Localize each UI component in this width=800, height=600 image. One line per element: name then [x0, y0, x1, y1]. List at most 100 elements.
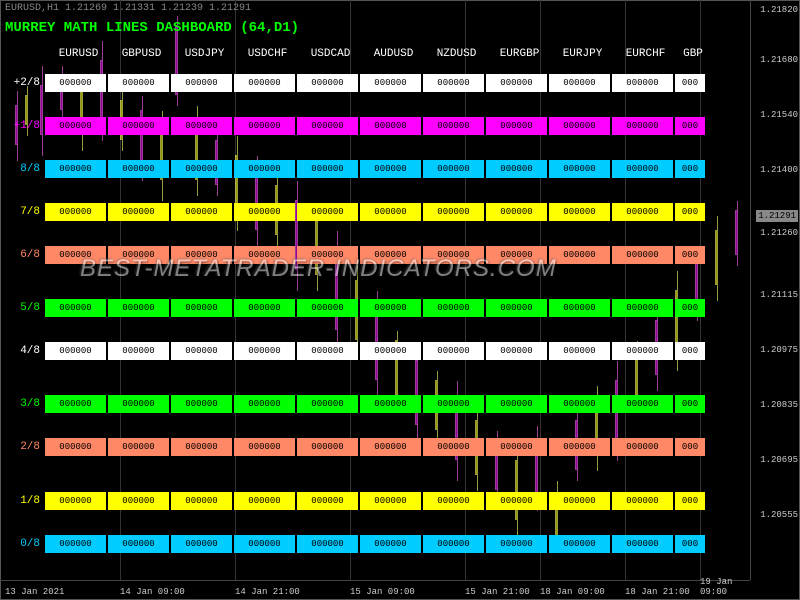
mm-cell[interactable]: 000000 [486, 438, 547, 456]
mm-cell[interactable]: 000000 [486, 74, 547, 92]
mm-cell[interactable]: 000000 [486, 299, 547, 317]
mm-cell[interactable]: 000000 [549, 117, 610, 135]
mm-cell[interactable]: 000 [675, 492, 705, 510]
mm-cell[interactable]: 000000 [612, 492, 673, 510]
mm-cell[interactable]: 000000 [171, 74, 232, 92]
mm-cell[interactable]: 000000 [549, 299, 610, 317]
mm-cell[interactable]: 000000 [612, 160, 673, 178]
mm-cell[interactable]: 000000 [108, 438, 169, 456]
mm-cell[interactable]: 000000 [234, 117, 295, 135]
mm-cell[interactable]: 000000 [486, 395, 547, 413]
mm-cell[interactable]: 000000 [612, 535, 673, 553]
mm-cell[interactable]: 000000 [234, 203, 295, 221]
mm-cell[interactable]: 000000 [45, 203, 106, 221]
mm-cell[interactable]: 000000 [45, 438, 106, 456]
mm-cell[interactable]: 000000 [423, 299, 484, 317]
mm-cell[interactable]: 000000 [234, 160, 295, 178]
mm-cell[interactable]: 000000 [360, 395, 421, 413]
mm-cell[interactable]: 000000 [423, 395, 484, 413]
mm-cell[interactable]: 000000 [486, 246, 547, 264]
mm-cell[interactable]: 000 [675, 203, 705, 221]
mm-cell[interactable]: 000000 [549, 160, 610, 178]
mm-cell[interactable]: 000000 [423, 246, 484, 264]
mm-cell[interactable]: 000000 [297, 74, 358, 92]
mm-cell[interactable]: 000000 [108, 246, 169, 264]
mm-cell[interactable]: 000000 [423, 438, 484, 456]
mm-cell[interactable]: 000000 [612, 203, 673, 221]
mm-cell[interactable]: 000000 [297, 395, 358, 413]
mm-cell[interactable]: 000000 [360, 203, 421, 221]
mm-cell[interactable]: 000000 [297, 299, 358, 317]
mm-cell[interactable]: 000000 [108, 395, 169, 413]
mm-cell[interactable]: 000000 [486, 492, 547, 510]
mm-cell[interactable]: 000000 [612, 299, 673, 317]
mm-cell[interactable]: 000000 [549, 74, 610, 92]
mm-cell[interactable]: 000000 [297, 246, 358, 264]
mm-cell[interactable]: 000000 [549, 395, 610, 413]
mm-cell[interactable]: 000000 [171, 160, 232, 178]
mm-cell[interactable]: 000000 [549, 438, 610, 456]
mm-cell[interactable]: 000000 [360, 246, 421, 264]
mm-cell[interactable]: 000000 [549, 203, 610, 221]
mm-cell[interactable]: 000 [675, 535, 705, 553]
mm-cell[interactable]: 000000 [612, 117, 673, 135]
mm-cell[interactable]: 000000 [423, 342, 484, 360]
mm-cell[interactable]: 000000 [234, 246, 295, 264]
mm-cell[interactable]: 000000 [297, 342, 358, 360]
mm-cell[interactable]: 000000 [171, 342, 232, 360]
mm-cell[interactable]: 000000 [297, 203, 358, 221]
mm-cell[interactable]: 000000 [45, 342, 106, 360]
mm-cell[interactable]: 000000 [45, 535, 106, 553]
mm-cell[interactable]: 000000 [423, 117, 484, 135]
mm-cell[interactable]: 000000 [360, 117, 421, 135]
mm-cell[interactable]: 000000 [360, 74, 421, 92]
mm-cell[interactable]: 000000 [360, 535, 421, 553]
mm-cell[interactable]: 000000 [45, 246, 106, 264]
mm-cell[interactable]: 000000 [486, 117, 547, 135]
mm-cell[interactable]: 000000 [360, 438, 421, 456]
mm-cell[interactable]: 000000 [297, 117, 358, 135]
mm-cell[interactable]: 000000 [360, 299, 421, 317]
mm-cell[interactable]: 000000 [297, 535, 358, 553]
mm-cell[interactable]: 000000 [297, 492, 358, 510]
mm-cell[interactable]: 000000 [108, 535, 169, 553]
mm-cell[interactable]: 000000 [486, 203, 547, 221]
mm-cell[interactable]: 000 [675, 117, 705, 135]
mm-cell[interactable]: 000000 [108, 160, 169, 178]
mm-cell[interactable]: 000000 [612, 342, 673, 360]
mm-cell[interactable]: 000000 [360, 342, 421, 360]
mm-cell[interactable]: 000000 [234, 74, 295, 92]
mm-cell[interactable]: 000000 [108, 492, 169, 510]
mm-cell[interactable]: 000000 [108, 117, 169, 135]
mm-cell[interactable]: 000000 [234, 299, 295, 317]
mm-cell[interactable]: 000000 [45, 74, 106, 92]
mm-cell[interactable]: 000 [675, 438, 705, 456]
mm-cell[interactable]: 000000 [423, 492, 484, 510]
mm-cell[interactable]: 000 [675, 395, 705, 413]
mm-cell[interactable]: 000000 [171, 117, 232, 135]
mm-cell[interactable]: 000000 [108, 342, 169, 360]
mm-cell[interactable]: 000000 [45, 299, 106, 317]
mm-cell[interactable]: 000000 [549, 535, 610, 553]
mm-cell[interactable]: 000 [675, 246, 705, 264]
mm-cell[interactable]: 000000 [612, 246, 673, 264]
mm-cell[interactable]: 000000 [423, 74, 484, 92]
mm-cell[interactable]: 000000 [549, 492, 610, 510]
mm-cell[interactable]: 000000 [423, 160, 484, 178]
mm-cell[interactable]: 000000 [549, 246, 610, 264]
mm-cell[interactable]: 000000 [171, 395, 232, 413]
mm-cell[interactable]: 000000 [45, 117, 106, 135]
mm-cell[interactable]: 000000 [171, 246, 232, 264]
mm-cell[interactable]: 000000 [171, 535, 232, 553]
mm-cell[interactable]: 000000 [171, 438, 232, 456]
mm-cell[interactable]: 000000 [297, 438, 358, 456]
mm-cell[interactable]: 000000 [360, 160, 421, 178]
mm-cell[interactable]: 000000 [486, 160, 547, 178]
mm-cell[interactable]: 000000 [486, 342, 547, 360]
mm-cell[interactable]: 000000 [171, 299, 232, 317]
mm-cell[interactable]: 000000 [423, 535, 484, 553]
mm-cell[interactable]: 000 [675, 299, 705, 317]
mm-cell[interactable]: 000000 [108, 74, 169, 92]
mm-cell[interactable]: 000000 [486, 535, 547, 553]
mm-cell[interactable]: 000000 [45, 160, 106, 178]
